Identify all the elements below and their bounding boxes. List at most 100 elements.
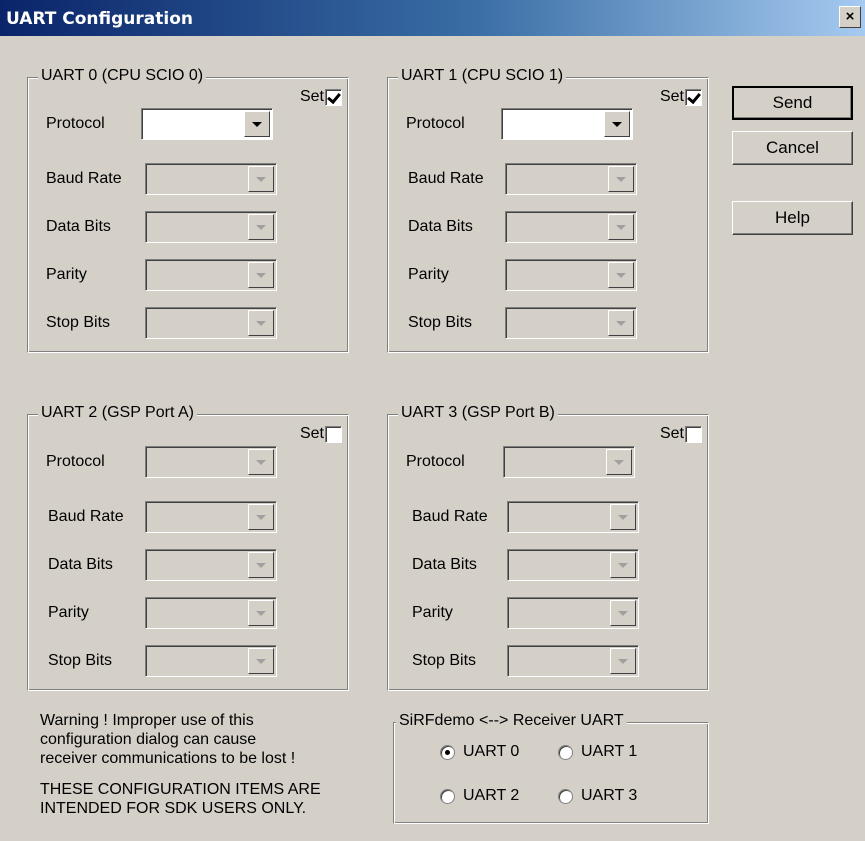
uart0-set-checkbox[interactable] [325, 88, 342, 106]
close-button[interactable]: × [839, 6, 861, 28]
chevron-down-icon [248, 504, 274, 530]
uart3-data-select [507, 549, 639, 581]
uart0-data-select [145, 211, 277, 243]
uart3-baud-row: Baud Rate [388, 501, 708, 533]
uart2-stop-select [145, 645, 277, 677]
chevron-down-icon [248, 449, 274, 475]
uart2-stop-label: Stop Bits [48, 652, 113, 669]
uart0-data-row: Data Bits [28, 211, 348, 243]
uart3-parity-select [507, 597, 639, 629]
uart2-set-label: Set [299, 425, 324, 442]
uart1-set[interactable]: Set [660, 88, 702, 106]
chevron-down-icon [608, 310, 634, 336]
uart1-stop-select [505, 307, 637, 339]
window-title: UART Configuration [6, 9, 193, 29]
uart2-data-row: Data Bits [28, 549, 348, 581]
title-bar: UART Configuration × [0, 0, 865, 36]
uart3-stop-select [507, 645, 639, 677]
chevron-down-icon [248, 214, 274, 240]
uart3-data-label: Data Bits [412, 556, 477, 573]
uart0-set[interactable]: Set [300, 88, 342, 106]
uart1-group: UART 1 (CPU SCIO 1) Set Protocol Baud Ra… [387, 67, 709, 353]
uart0-group: UART 0 (CPU SCIO 0) Set Protocol Baud Ra… [27, 67, 349, 353]
radio-uart0-button[interactable] [440, 744, 455, 760]
radio-uart3-button[interactable] [558, 788, 573, 804]
uart2-data-label: Data Bits [48, 556, 113, 573]
uart2-set[interactable]: Set [300, 425, 342, 443]
uart0-baud-label: Baud Rate [46, 170, 122, 187]
uart3-protocol-label: Protocol [406, 453, 465, 470]
uart2-parity-row: Parity [28, 597, 348, 629]
chevron-down-icon [248, 552, 274, 578]
uart0-parity-label: Parity [46, 266, 87, 283]
uart0-baud-row: Baud Rate [28, 163, 348, 195]
uart1-parity-label: Parity [408, 266, 449, 283]
radio-uart2-label: UART 2 [463, 787, 520, 804]
radio-uart2[interactable]: UART 2 [440, 787, 519, 805]
uart0-title: UART 0 (CPU SCIO 0) [38, 67, 207, 85]
chevron-down-icon [248, 310, 274, 336]
uart2-set-checkbox[interactable] [325, 425, 342, 443]
uart2-baud-select [145, 501, 277, 533]
uart0-baud-select [145, 163, 277, 195]
radio-uart2-button[interactable] [440, 788, 455, 804]
uart1-baud-select [505, 163, 637, 195]
radio-uart1-label: UART 1 [581, 743, 638, 760]
uart3-set-label: Set [659, 425, 684, 442]
chevron-down-icon [610, 648, 636, 674]
uart3-set[interactable]: Set [660, 425, 702, 443]
chevron-down-icon [248, 166, 274, 192]
radio-uart3[interactable]: UART 3 [558, 787, 637, 805]
uart1-baud-row: Baud Rate [388, 163, 708, 195]
uart3-set-checkbox[interactable] [685, 425, 702, 443]
warning-text: Warning ! Improper use of this configura… [40, 711, 370, 830]
uart0-protocol-label: Protocol [46, 115, 105, 132]
chevron-down-icon [610, 504, 636, 530]
chevron-down-icon[interactable] [244, 111, 270, 137]
uart1-data-select [505, 211, 637, 243]
uart2-protocol-select [145, 446, 277, 478]
radio-uart1-button[interactable] [558, 744, 573, 760]
chevron-down-icon [248, 648, 274, 674]
uart1-protocol-select[interactable] [501, 108, 633, 140]
receiver-uart-title: SiRFdemo <--> Receiver UART [396, 712, 627, 730]
close-icon: × [845, 8, 855, 25]
uart1-set-checkbox[interactable] [685, 88, 702, 106]
uart0-data-label: Data Bits [46, 218, 111, 235]
chevron-down-icon [608, 262, 634, 288]
radio-uart0-label: UART 0 [463, 743, 520, 760]
uart0-protocol-select[interactable] [141, 108, 273, 140]
uart1-parity-select [505, 259, 637, 291]
warning-line-5: INTENDED FOR SDK USERS ONLY. [40, 800, 307, 817]
chevron-down-icon [610, 600, 636, 626]
uart0-stop-label: Stop Bits [46, 314, 111, 331]
uart1-parity-row: Parity [388, 259, 708, 291]
chevron-down-icon[interactable] [604, 111, 630, 137]
uart3-stop-row: Stop Bits [388, 645, 708, 677]
cancel-button[interactable]: Cancel [732, 131, 853, 165]
help-button[interactable]: Help [732, 201, 853, 235]
uart2-data-select [145, 549, 277, 581]
uart1-protocol-row: Protocol [388, 108, 708, 140]
radio-uart1[interactable]: UART 1 [558, 743, 637, 761]
uart3-parity-label: Parity [412, 604, 453, 621]
uart1-data-label: Data Bits [408, 218, 473, 235]
uart1-data-row: Data Bits [388, 211, 708, 243]
radio-uart0[interactable]: UART 0 [440, 743, 519, 761]
uart2-protocol-label: Protocol [46, 453, 105, 470]
uart0-stop-row: Stop Bits [28, 307, 348, 339]
uart2-baud-row: Baud Rate [28, 501, 348, 533]
warning-line-4: THESE CONFIGURATION ITEMS ARE [40, 781, 321, 798]
chevron-down-icon [608, 166, 634, 192]
uart3-parity-row: Parity [388, 597, 708, 629]
uart0-set-label: Set [299, 88, 324, 105]
warning-line-2: configuration dialog can cause [40, 731, 257, 748]
chevron-down-icon [610, 552, 636, 578]
send-button[interactable]: Send [732, 86, 853, 120]
uart1-stop-row: Stop Bits [388, 307, 708, 339]
uart3-protocol-select [503, 446, 635, 478]
uart1-title: UART 1 (CPU SCIO 1) [398, 67, 567, 85]
uart3-protocol-row: Protocol [388, 446, 708, 478]
uart1-set-label: Set [659, 88, 684, 105]
uart0-stop-select [145, 307, 277, 339]
